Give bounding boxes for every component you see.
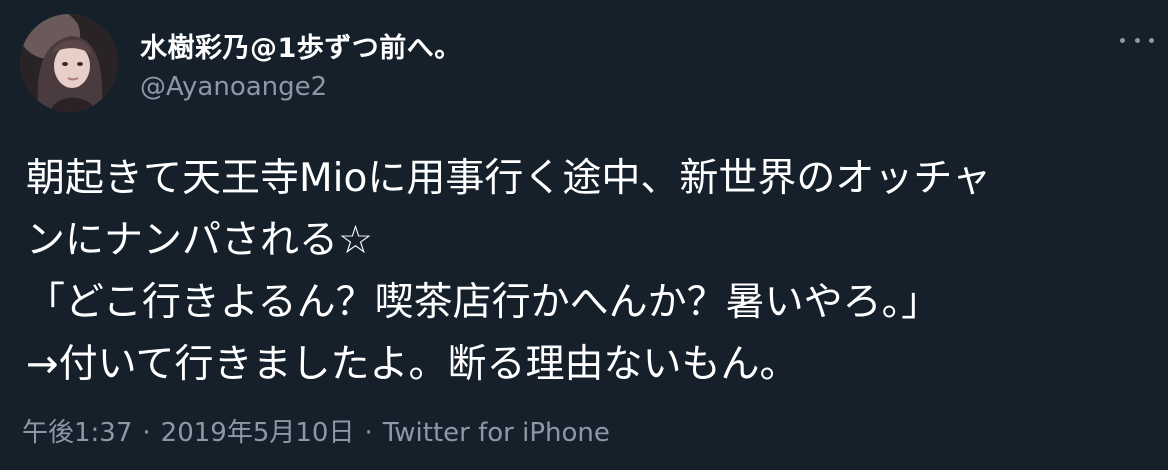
more-dot <box>1120 37 1125 43</box>
more-options-icon[interactable] <box>1120 30 1154 50</box>
tweet-time[interactable]: 午後1:37 <box>22 418 132 448</box>
tweet-line: 朝起きて天王寺Mioに用事行く途中、新世界のオッチャ <box>26 156 991 201</box>
tweet-source-link[interactable]: Twitter for iPhone <box>383 418 610 448</box>
avatar[interactable] <box>20 14 118 112</box>
tweet-line: →付いて行きましたよ。断る理由ないもん。 <box>26 342 799 387</box>
tweet-line: 「どこ行きよるん？喫茶店行かへんか？暑いやろ。」 <box>26 280 941 325</box>
tweet-meta: 午後1:37 · 2019年5月10日 · Twitter for iPhone <box>22 412 610 449</box>
more-dot <box>1134 37 1140 43</box>
meta-separator: · <box>142 418 151 448</box>
tweet-card: 水樹彩乃@1歩ずつ前へ。 @Ayanoange2 朝起きて天王寺Mioに用事行く… <box>0 0 1168 470</box>
tweet-line: ンにナンパされる☆ <box>26 218 373 263</box>
more-dot <box>1149 37 1154 43</box>
tweet-text: 朝起きて天王寺Mioに用事行く途中、新世界のオッチャ ンにナンパされる☆ 「どこ… <box>26 148 1150 396</box>
profile-photo-icon <box>20 14 118 112</box>
display-name[interactable]: 水樹彩乃@1歩ずつ前へ。 <box>140 26 462 65</box>
tweet-date[interactable]: 2019年5月10日 <box>161 418 355 448</box>
user-handle[interactable]: @Ayanoange2 <box>140 72 327 102</box>
meta-separator: · <box>364 418 373 448</box>
